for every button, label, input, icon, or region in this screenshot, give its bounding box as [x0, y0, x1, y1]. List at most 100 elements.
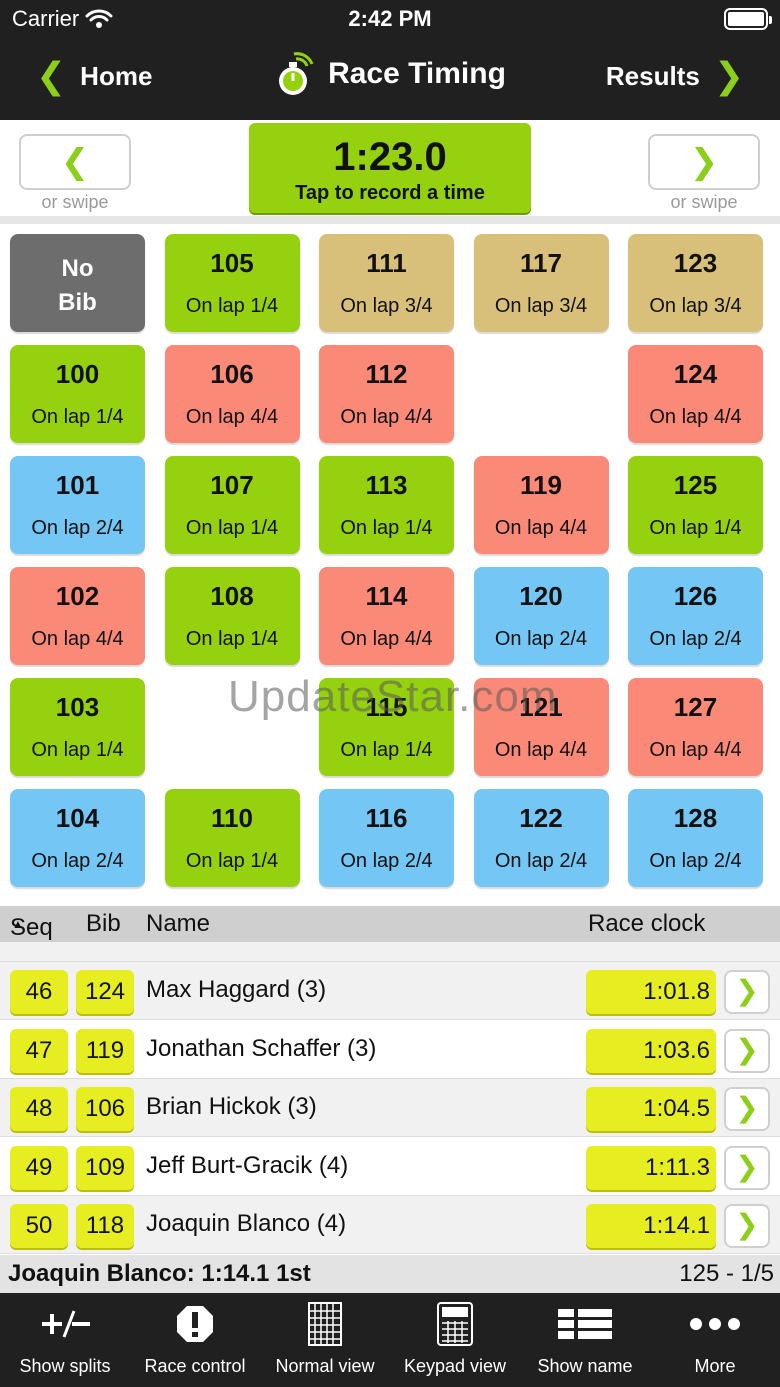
toolbar-show-name-button[interactable]: Show name: [520, 1293, 650, 1387]
swipe-hint-right: or swipe: [670, 192, 738, 212]
lap-status: On lap 3/4: [340, 295, 433, 317]
table-row[interactable]: 46 124 Max Haggard (3) 1:01.8 ❯: [0, 962, 780, 1020]
chevron-right-icon: ❯: [735, 1150, 759, 1182]
bib-tile-116[interactable]: 116 On lap 2/4: [319, 789, 454, 887]
bib-number: 126: [673, 581, 718, 611]
column-seq-header[interactable]: Seq ▲: [10, 910, 53, 941]
name-cell: Brian Hickok (3): [146, 1093, 317, 1120]
lap-status: On lap 1/4: [185, 295, 279, 317]
table-row[interactable]: 50 118 Joaquin Blanco (4) 1:14.1 ❯: [0, 1196, 780, 1254]
toolbar-more-button[interactable]: More: [650, 1293, 780, 1387]
bib-tile-127[interactable]: 127 On lap 4/4: [628, 678, 763, 776]
toolbar-show-splits-button[interactable]: Show splits: [0, 1293, 130, 1387]
bib-tile-114[interactable]: 114 On lap 4/4: [319, 567, 454, 665]
bib-tile-121[interactable]: 121 On lap 4/4: [473, 678, 609, 776]
bib-tile-117[interactable]: 117 On lap 3/4: [473, 234, 609, 332]
toolbar-keypad-view-button[interactable]: Keypad view: [390, 1293, 520, 1387]
results-table-header: Seq ▲ Bib Name Race clock: [0, 906, 780, 942]
toolbar-label: Show splits: [19, 1356, 111, 1376]
no-bib-button[interactable]: No Bib: [10, 234, 145, 332]
table-row-partial: [0, 942, 780, 962]
nav-results-button[interactable]: Results ❯: [606, 58, 744, 94]
toolbar-label: Normal view: [275, 1356, 375, 1376]
row-detail-button[interactable]: ❯: [724, 970, 770, 1014]
lap-status: On lap 1/4: [185, 628, 279, 650]
seq-cell: 46: [10, 970, 68, 1014]
row-detail-button[interactable]: ❯: [724, 1028, 770, 1073]
lap-status: On lap 4/4: [340, 406, 433, 428]
bib-number: 102: [55, 581, 100, 611]
bib-number: 101: [55, 470, 100, 500]
bib-tile-100[interactable]: 100 On lap 1/4: [10, 345, 145, 443]
toolbar-normal-view-button[interactable]: Normal view: [260, 1293, 390, 1387]
column-clock-header[interactable]: Race clock: [588, 910, 705, 938]
bib-number: 119: [520, 470, 562, 500]
bib-tile-113[interactable]: 113 On lap 1/4: [319, 456, 454, 554]
bib-tile-104[interactable]: 104 On lap 2/4: [10, 789, 145, 887]
bib-tile-105[interactable]: 105 On lap 1/4: [164, 234, 300, 332]
no-bib-line2: Bib: [58, 289, 97, 316]
bib-tile-126[interactable]: 126 On lap 2/4: [628, 567, 763, 665]
bib-tile-106[interactable]: 106 On lap 4/4: [164, 345, 300, 443]
row-detail-button[interactable]: ❯: [724, 1145, 770, 1190]
results-table[interactable]: 46 124 Max Haggard (3) 1:01.8 ❯ 47 119 Jonathan…: [0, 942, 780, 1255]
toolbar-race-control-button[interactable]: Race control: [130, 1293, 260, 1387]
record-time-label: Tap to record a time: [295, 182, 485, 204]
name-cell: Jonathan Schaffer (3): [146, 1034, 377, 1062]
bib-tile-123[interactable]: 123 On lap 3/4: [628, 234, 763, 332]
race-clock-cell: 1:04.5: [586, 1087, 716, 1131]
bib-tile-115[interactable]: 115 On lap 1/4: [319, 678, 454, 776]
previous-button[interactable]: ❮: [19, 134, 131, 190]
bib-tile-101[interactable]: 101 On lap 2/4: [10, 456, 145, 554]
bib-tile-125[interactable]: 125 On lap 1/4: [628, 456, 763, 554]
bib-number: 100: [55, 359, 100, 389]
bib-tile-119[interactable]: 119 On lap 4/4: [473, 456, 609, 554]
lap-status: On lap 4/4: [185, 406, 279, 428]
bib-tile-120[interactable]: 120 On lap 2/4: [473, 567, 609, 665]
next-button[interactable]: ❯: [648, 134, 760, 190]
bib-number: 108: [210, 581, 254, 611]
keypad-icon: [390, 1293, 520, 1355]
bib-cell: 109: [76, 1145, 134, 1190]
bib-tile-102[interactable]: 102 On lap 4/4: [10, 567, 145, 665]
column-name-header[interactable]: Name: [146, 910, 210, 938]
bib-tile-110[interactable]: 110 On lap 1/4: [164, 789, 300, 887]
bib-number: 122: [519, 803, 563, 833]
summary-bar: Joaquin Blanco: 1:14.1 1st 125 - 1/5: [0, 1255, 780, 1293]
bib-number: 111: [366, 248, 407, 278]
bib-number: 117: [520, 248, 562, 278]
no-bib-line1: No: [61, 255, 94, 282]
record-time-button[interactable]: 1:23.0 Tap to record a time: [249, 123, 531, 213]
bib-number: 105: [210, 248, 254, 278]
bib-tile-108[interactable]: 108 On lap 1/4: [164, 567, 300, 665]
lap-status: On lap 2/4: [649, 628, 742, 650]
lap-status: On lap 2/4: [340, 850, 433, 872]
bib-number: 121: [519, 692, 563, 722]
table-row[interactable]: 49 109 Jeff Burt-Gracik (4) 1:11.3 ❯: [0, 1138, 780, 1196]
bib-cell: 124: [76, 970, 134, 1014]
battery-icon: [724, 8, 772, 30]
bib-tile-112[interactable]: 112 On lap 4/4: [319, 345, 454, 443]
bib-tile-103[interactable]: 103 On lap 1/4: [10, 678, 145, 776]
table-row[interactable]: 47 119 Jonathan Schaffer (3) 1:03.6 ❯: [0, 1021, 780, 1079]
lap-status: On lap 1/4: [31, 406, 124, 428]
bib-number: 115: [365, 692, 408, 722]
bib-tile-122[interactable]: 122 On lap 2/4: [473, 789, 609, 887]
table-row[interactable]: 48 106 Brian Hickok (3) 1:04.5 ❯: [0, 1079, 780, 1137]
lap-status: On lap 2/4: [649, 850, 742, 872]
name-cell: Joaquin Blanco (4): [146, 1210, 347, 1237]
swipe-hint-left: or swipe: [41, 192, 109, 212]
bib-tile-128[interactable]: 128 On lap 2/4: [628, 789, 763, 887]
row-detail-button[interactable]: ❯: [724, 1087, 770, 1131]
bib-tile-107[interactable]: 107 On lap 1/4: [164, 456, 300, 554]
bib-number: 128: [673, 803, 718, 833]
chevron-left-icon: ❮: [60, 143, 90, 181]
row-detail-button[interactable]: ❯: [724, 1204, 770, 1248]
bib-tile-124[interactable]: 124 On lap 4/4: [628, 345, 763, 443]
bib-tile-111[interactable]: 111 On lap 3/4: [319, 234, 454, 332]
column-bib-header[interactable]: Bib: [86, 910, 121, 938]
bib-number: 113: [365, 470, 408, 500]
seq-cell: 48: [10, 1087, 68, 1131]
lap-status: On lap 1/4: [185, 850, 279, 872]
bib-cell: 119: [76, 1028, 134, 1073]
